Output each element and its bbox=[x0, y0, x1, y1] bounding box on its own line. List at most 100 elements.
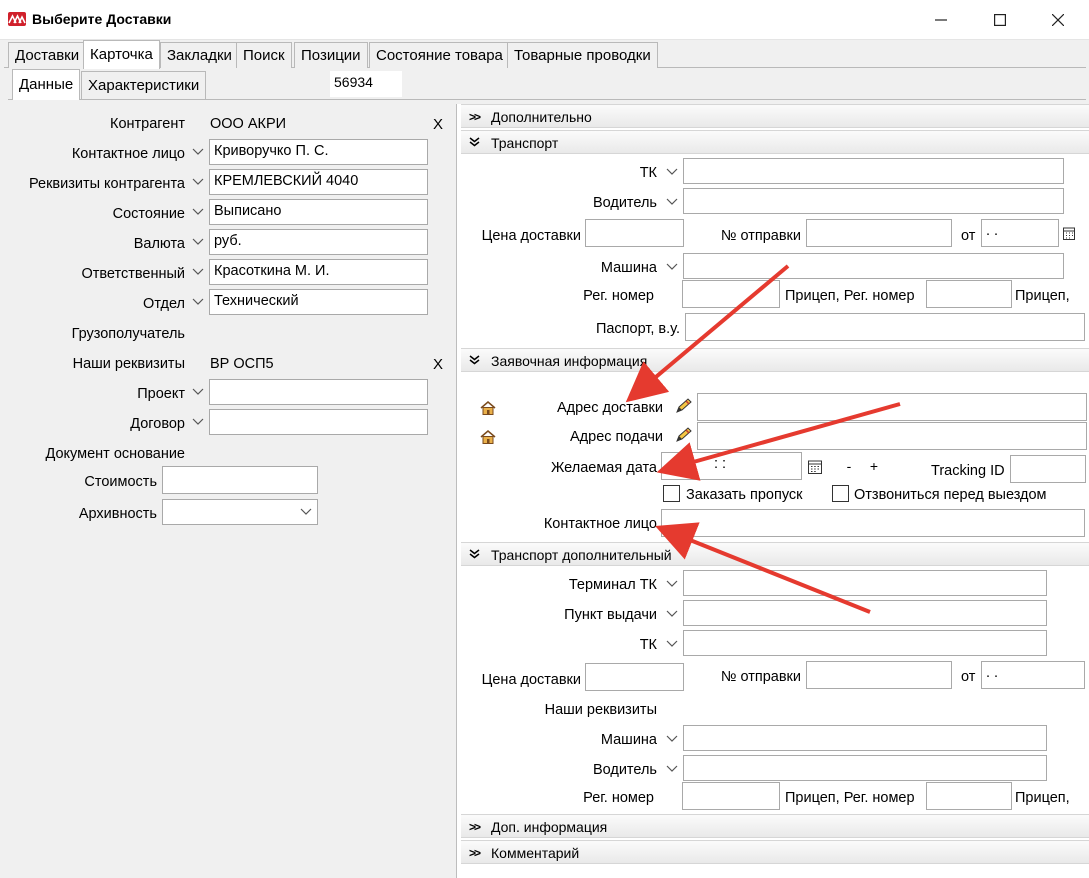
call-before-checkbox[interactable] bbox=[832, 485, 849, 502]
subtab-characteristics[interactable]: Характеристики bbox=[81, 71, 207, 99]
tab-search[interactable]: Поиск bbox=[236, 42, 292, 68]
chevron-down-icon[interactable] bbox=[662, 573, 682, 595]
collapse-icon bbox=[469, 548, 480, 562]
currency-label: Валюта bbox=[133, 236, 185, 252]
maximize-icon[interactable] bbox=[977, 0, 1023, 40]
desired-date-label: Желаемая дата bbox=[550, 460, 657, 476]
extra-driver-label: Водитель bbox=[592, 762, 657, 778]
responsible-field[interactable]: Красоткина М. И. bbox=[209, 259, 428, 285]
tk-extra-field[interactable] bbox=[683, 630, 1047, 656]
transport-shipment-label: № отправки bbox=[720, 228, 801, 244]
our-requisites-value[interactable]: ВР ОСП5 bbox=[210, 356, 274, 372]
transport-trailer-reg-field[interactable] bbox=[926, 280, 1012, 308]
calendar-icon[interactable] bbox=[1063, 226, 1075, 240]
section-extra-header[interactable]: >> Дополнительно bbox=[461, 104, 1089, 128]
request-contact-label: Контактное лицо bbox=[543, 516, 657, 532]
decrement-button[interactable]: - bbox=[839, 458, 859, 474]
tracking-id-field[interactable] bbox=[1010, 455, 1086, 483]
tab-goods-state[interactable]: Состояние товара bbox=[369, 42, 510, 68]
extra-shipment-label: № отправки bbox=[720, 669, 801, 685]
minimize-icon[interactable] bbox=[918, 0, 964, 40]
kontragent-value[interactable]: ООО АКРИ bbox=[210, 116, 286, 132]
close-icon[interactable] bbox=[1035, 0, 1081, 40]
project-label: Проект bbox=[137, 386, 185, 402]
project-field[interactable] bbox=[209, 379, 428, 405]
tracking-id-label: Tracking ID bbox=[931, 463, 1005, 479]
cost-field[interactable] bbox=[162, 466, 318, 494]
dept-label: Отдел bbox=[143, 296, 185, 312]
order-pass-label: Заказать пропуск bbox=[686, 487, 803, 503]
archive-select[interactable] bbox=[162, 499, 318, 525]
transport-tk-field[interactable] bbox=[683, 158, 1064, 184]
chevron-down-icon[interactable] bbox=[662, 633, 682, 655]
terminal-field[interactable] bbox=[683, 570, 1047, 596]
currency-field[interactable]: руб. bbox=[209, 229, 428, 255]
edit-pen-icon[interactable] bbox=[675, 398, 693, 414]
contact-field[interactable]: Криворучко П. С. bbox=[209, 139, 428, 165]
kontragent-clear-button[interactable]: X bbox=[433, 116, 443, 133]
state-field[interactable]: Выписано bbox=[209, 199, 428, 225]
chevron-down-icon[interactable] bbox=[188, 201, 208, 223]
chevron-down-icon[interactable] bbox=[662, 191, 682, 213]
tab-deliveries[interactable]: Доставки bbox=[8, 42, 87, 68]
pickup-point-field[interactable] bbox=[683, 600, 1047, 626]
section-add-info-header[interactable]: >> Доп. информация bbox=[461, 814, 1089, 838]
chevron-down-icon[interactable] bbox=[662, 603, 682, 625]
section-comment-header[interactable]: >> Комментарий bbox=[461, 840, 1089, 864]
increment-button[interactable]: + bbox=[864, 458, 884, 474]
chevron-down-icon[interactable] bbox=[662, 728, 682, 750]
request-contact-field[interactable] bbox=[661, 509, 1085, 537]
transport-price-field[interactable] bbox=[585, 219, 684, 247]
extra-driver-field[interactable] bbox=[683, 755, 1047, 781]
chevron-down-icon[interactable] bbox=[188, 261, 208, 283]
chevron-down-icon[interactable] bbox=[188, 381, 208, 403]
extra-trailer-reg-field[interactable] bbox=[926, 782, 1012, 810]
tab-bookmarks[interactable]: Закладки bbox=[160, 42, 239, 68]
order-pass-checkbox[interactable] bbox=[663, 485, 680, 502]
tab-goods-postings[interactable]: Товарные проводки bbox=[507, 42, 658, 68]
chevron-down-icon[interactable] bbox=[188, 231, 208, 253]
pickup-address-field[interactable] bbox=[697, 422, 1087, 450]
tab-positions[interactable]: Позиции bbox=[294, 42, 368, 68]
chevron-down-icon[interactable] bbox=[188, 291, 208, 313]
extra-reg-field[interactable] bbox=[682, 782, 780, 810]
collapse-icon bbox=[469, 136, 480, 150]
transport-car-field[interactable] bbox=[683, 253, 1064, 279]
contract-field[interactable] bbox=[209, 409, 428, 435]
chevron-down-icon[interactable] bbox=[662, 161, 682, 183]
pickup-address-label: Адрес подачи bbox=[570, 429, 663, 445]
extra-date-field[interactable]: . . bbox=[981, 661, 1085, 689]
extra-car-field[interactable] bbox=[683, 725, 1047, 751]
subtab-data[interactable]: Данные bbox=[12, 69, 81, 100]
transport-car-label: Машина bbox=[600, 260, 657, 276]
house-icon[interactable] bbox=[480, 430, 496, 444]
extra-price-field[interactable] bbox=[585, 663, 684, 691]
desired-date-field[interactable]: : : bbox=[661, 452, 802, 480]
section-transport-header[interactable]: Транспорт bbox=[461, 130, 1089, 154]
transport-reg-label: Рег. номер bbox=[583, 288, 654, 304]
section-transport-extra-header[interactable]: Транспорт дополнительный bbox=[461, 542, 1089, 566]
tab-card[interactable]: Карточка bbox=[83, 40, 160, 69]
chevron-down-icon[interactable] bbox=[188, 141, 208, 163]
terminal-label: Терминал ТК bbox=[568, 577, 657, 593]
our-requisites-clear-button[interactable]: X bbox=[433, 356, 443, 373]
chevron-down-icon[interactable] bbox=[188, 171, 208, 193]
edit-pen-icon[interactable] bbox=[675, 427, 693, 443]
transport-driver-field[interactable] bbox=[683, 188, 1064, 214]
section-request-header[interactable]: Заявочная информация bbox=[461, 348, 1089, 372]
dept-field[interactable]: Технический bbox=[209, 289, 428, 315]
delivery-address-field[interactable] bbox=[697, 393, 1087, 421]
chevron-down-icon[interactable] bbox=[296, 501, 316, 523]
calendar-icon[interactable] bbox=[808, 459, 822, 474]
house-icon[interactable] bbox=[480, 401, 496, 415]
transport-reg-field[interactable] bbox=[682, 280, 780, 308]
extra-shipment-field[interactable] bbox=[806, 661, 952, 689]
transport-shipment-field[interactable] bbox=[806, 219, 952, 247]
chevron-down-icon[interactable] bbox=[188, 411, 208, 433]
transport-date-field[interactable]: . . bbox=[981, 219, 1059, 247]
requisites-field[interactable]: КРЕМЛЕВСКИЙ 4040 bbox=[209, 169, 428, 195]
contract-label: Договор bbox=[130, 416, 185, 432]
chevron-down-icon[interactable] bbox=[662, 256, 682, 278]
transport-passport-field[interactable] bbox=[685, 313, 1085, 341]
chevron-down-icon[interactable] bbox=[662, 758, 682, 780]
